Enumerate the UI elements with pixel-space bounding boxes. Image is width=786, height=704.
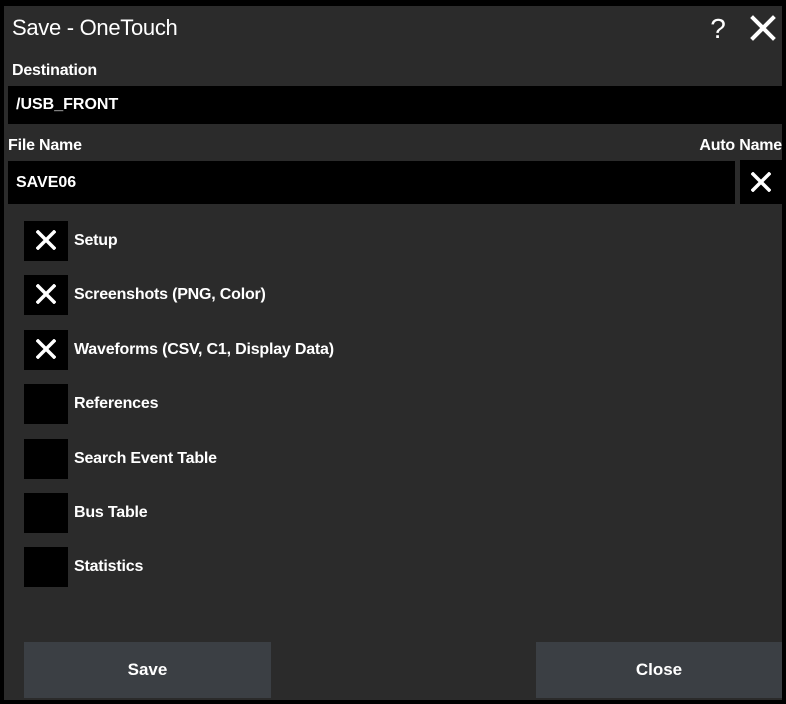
option-search-event-table[interactable]: Search Event Table bbox=[24, 439, 524, 479]
option-label: Search Event Table bbox=[74, 450, 217, 467]
dialog-title: Save - OneTouch bbox=[12, 15, 178, 40]
save-button[interactable]: Save bbox=[24, 642, 271, 698]
auto-name-label: Auto Name bbox=[699, 137, 782, 154]
option-bus-table[interactable]: Bus Table bbox=[24, 493, 524, 533]
check-x-icon bbox=[36, 339, 56, 359]
close-button[interactable]: Close bbox=[536, 642, 782, 698]
option-waveforms[interactable]: Waveforms (CSV, C1, Display Data) bbox=[24, 330, 524, 370]
check-x-icon bbox=[751, 172, 771, 192]
option-label: Waveforms (CSV, C1, Display Data) bbox=[74, 341, 334, 358]
option-checkbox[interactable] bbox=[24, 547, 68, 587]
option-checkbox[interactable] bbox=[24, 275, 68, 315]
file-name-field[interactable]: SAVE06 bbox=[8, 161, 735, 204]
option-label: Screenshots (PNG, Color) bbox=[74, 286, 266, 303]
option-statistics[interactable]: Statistics bbox=[24, 547, 524, 587]
file-name-label: File Name bbox=[8, 137, 82, 154]
option-checkbox[interactable] bbox=[24, 439, 68, 479]
dialog-titlebar: Save - OneTouch ? bbox=[4, 6, 782, 50]
option-screenshots[interactable]: Screenshots (PNG, Color) bbox=[24, 275, 524, 315]
save-onetouch-dialog: Save - OneTouch ? Destination /USB_FRONT… bbox=[0, 0, 786, 704]
option-checkbox[interactable] bbox=[24, 221, 68, 261]
option-checkbox[interactable] bbox=[24, 330, 68, 370]
destination-field[interactable]: /USB_FRONT bbox=[8, 86, 782, 124]
option-checkbox[interactable] bbox=[24, 384, 68, 424]
option-references[interactable]: References bbox=[24, 384, 524, 424]
option-label: Setup bbox=[74, 232, 118, 249]
check-x-icon bbox=[36, 230, 56, 250]
auto-name-checkbox[interactable] bbox=[740, 160, 782, 204]
check-x-icon bbox=[36, 284, 56, 304]
destination-label: Destination bbox=[12, 62, 97, 79]
option-checkbox[interactable] bbox=[24, 493, 68, 533]
option-label: References bbox=[74, 395, 159, 412]
help-button[interactable]: ? bbox=[704, 12, 732, 46]
option-setup[interactable]: Setup bbox=[24, 221, 524, 261]
close-icon[interactable] bbox=[750, 15, 776, 41]
option-label: Bus Table bbox=[74, 504, 148, 521]
option-label: Statistics bbox=[74, 558, 144, 575]
